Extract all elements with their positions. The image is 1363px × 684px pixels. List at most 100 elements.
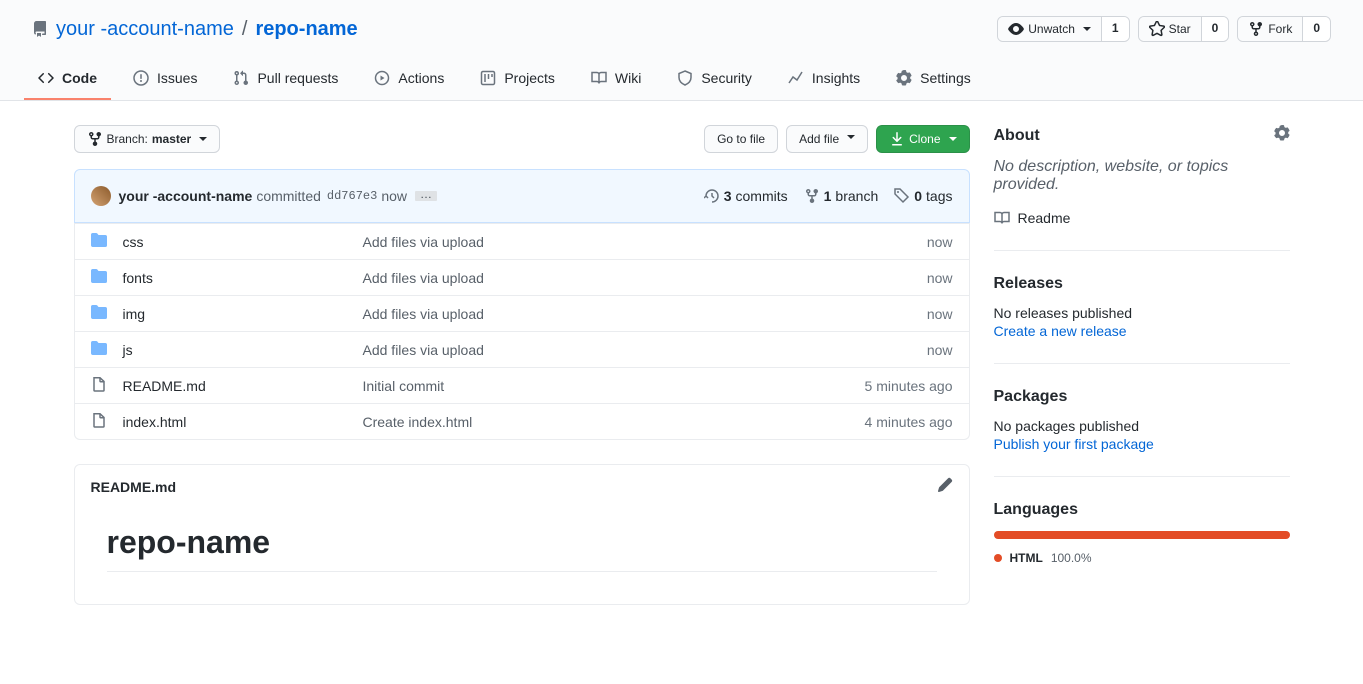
tab-pullrequests[interactable]: Pull requests bbox=[219, 58, 352, 100]
packages-none: No packages published bbox=[994, 418, 1290, 434]
file-row: fonts Add files via uploadnow bbox=[75, 259, 969, 295]
breadcrumb-sep: / bbox=[242, 18, 248, 41]
watch-button[interactable]: Unwatch 1 bbox=[997, 16, 1129, 42]
file-name-link[interactable]: fonts bbox=[123, 270, 153, 286]
readme-box: README.md repo-name bbox=[74, 464, 970, 605]
file-commit-msg[interactable]: Initial commit bbox=[363, 378, 865, 394]
ellipsis-button[interactable]: … bbox=[415, 191, 437, 201]
language-dot bbox=[994, 554, 1002, 562]
file-commit-msg[interactable]: Add files via upload bbox=[363, 306, 927, 322]
file-time: 4 minutes ago bbox=[865, 414, 953, 430]
tab-projects[interactable]: Projects bbox=[466, 58, 569, 100]
repo-icon bbox=[32, 21, 48, 37]
readme-link[interactable]: Readme bbox=[994, 210, 1290, 226]
file-commit-msg[interactable]: Create index.html bbox=[363, 414, 865, 430]
tab-code[interactable]: Code bbox=[24, 58, 111, 100]
file-time: now bbox=[927, 270, 953, 286]
commit-message: committed bbox=[256, 188, 321, 204]
releases-none: No releases published bbox=[994, 305, 1290, 321]
book-icon bbox=[591, 70, 607, 86]
eye-icon bbox=[1008, 21, 1024, 37]
fork-count[interactable]: 0 bbox=[1302, 17, 1330, 41]
file-row: index.html Create index.html4 minutes ago bbox=[75, 403, 969, 439]
file-commit-msg[interactable]: Add files via upload bbox=[363, 234, 927, 250]
file-icon bbox=[91, 376, 107, 395]
file-name-link[interactable]: index.html bbox=[123, 414, 187, 430]
publish-package-link[interactable]: Publish your first package bbox=[994, 436, 1154, 452]
file-table: cssAdd files via uploadnowfontsAdd files… bbox=[74, 223, 970, 440]
language-item[interactable]: HTML100.0% bbox=[994, 551, 1290, 565]
clone-button[interactable]: Clone bbox=[876, 125, 969, 153]
breadcrumb: your -account-name / repo-name bbox=[32, 18, 358, 41]
releases-title: Releases bbox=[994, 275, 1290, 293]
edit-readme-button[interactable] bbox=[937, 477, 953, 496]
header-actions: Unwatch 1 Star 0 Fork 0 bbox=[997, 16, 1331, 42]
file-row: README.md Initial commit5 minutes ago bbox=[75, 367, 969, 403]
gear-icon bbox=[1274, 125, 1290, 141]
issue-icon bbox=[133, 70, 149, 86]
star-button[interactable]: Star 0 bbox=[1138, 16, 1230, 42]
language-bar[interactable] bbox=[994, 531, 1290, 539]
watch-count[interactable]: 1 bbox=[1101, 17, 1129, 41]
file-time: now bbox=[927, 306, 953, 322]
history-icon bbox=[704, 188, 720, 204]
branches-link[interactable]: 1 branch bbox=[804, 188, 879, 204]
tab-actions[interactable]: Actions bbox=[360, 58, 458, 100]
file-commit-msg[interactable]: Add files via upload bbox=[363, 342, 927, 358]
readme-filename[interactable]: README.md bbox=[91, 479, 177, 495]
owner-link[interactable]: your -account-name bbox=[56, 18, 234, 41]
fork-button[interactable]: Fork 0 bbox=[1237, 16, 1331, 42]
file-time: 5 minutes ago bbox=[865, 378, 953, 394]
folder-icon bbox=[91, 232, 107, 251]
packages-title: Packages bbox=[994, 388, 1290, 406]
commit-hash[interactable]: dd767e3 bbox=[327, 189, 377, 203]
pencil-icon bbox=[937, 477, 953, 493]
star-count[interactable]: 0 bbox=[1201, 17, 1229, 41]
book-icon bbox=[994, 210, 1010, 226]
file-time: now bbox=[927, 234, 953, 250]
create-release-link[interactable]: Create a new release bbox=[994, 323, 1127, 339]
repo-link[interactable]: repo-name bbox=[255, 18, 357, 41]
folder-icon bbox=[91, 340, 107, 359]
tab-issues[interactable]: Issues bbox=[119, 58, 211, 100]
code-icon bbox=[38, 70, 54, 86]
folder-icon bbox=[91, 304, 107, 323]
star-icon bbox=[1149, 21, 1165, 37]
readme-heading: repo-name bbox=[107, 524, 937, 572]
file-icon bbox=[91, 412, 107, 431]
tab-wiki[interactable]: Wiki bbox=[577, 58, 655, 100]
nav-tabs: Code Issues Pull requests Actions Projec… bbox=[0, 58, 1363, 101]
file-row: css Add files via uploadnow bbox=[75, 223, 969, 259]
commit-time: now bbox=[381, 188, 407, 204]
tab-insights[interactable]: Insights bbox=[774, 58, 874, 100]
file-name-link[interactable]: README.md bbox=[123, 378, 206, 394]
commits-link[interactable]: 3 commits bbox=[704, 188, 788, 204]
graph-icon bbox=[788, 70, 804, 86]
branch-icon bbox=[804, 188, 820, 204]
fork-icon bbox=[1248, 21, 1264, 37]
shield-icon bbox=[677, 70, 693, 86]
file-name-link[interactable]: css bbox=[123, 234, 144, 250]
languages-title: Languages bbox=[994, 501, 1290, 519]
file-name-link[interactable]: img bbox=[123, 306, 146, 322]
project-icon bbox=[480, 70, 496, 86]
tab-settings[interactable]: Settings bbox=[882, 58, 985, 100]
goto-file-button[interactable]: Go to file bbox=[704, 125, 778, 153]
file-row: jsAdd files via uploadnow bbox=[75, 331, 969, 367]
about-description: No description, website, or topics provi… bbox=[994, 158, 1290, 194]
commit-bar: your -account-name committed dd767e3 now… bbox=[74, 169, 970, 223]
file-commit-msg[interactable]: Add files via upload bbox=[363, 270, 927, 286]
file-name-link[interactable]: js bbox=[123, 342, 133, 358]
play-icon bbox=[374, 70, 390, 86]
about-title: About bbox=[994, 127, 1040, 145]
gear-icon bbox=[896, 70, 912, 86]
tags-link[interactable]: 0 tags bbox=[894, 188, 952, 204]
file-row: img Add files via uploadnow bbox=[75, 295, 969, 331]
add-file-button[interactable]: Add file bbox=[786, 125, 868, 153]
about-settings-button[interactable] bbox=[1274, 125, 1290, 146]
avatar[interactable] bbox=[91, 186, 111, 206]
commit-author[interactable]: your -account-name bbox=[119, 188, 253, 204]
branch-icon bbox=[87, 131, 103, 147]
branch-selector[interactable]: Branch: master bbox=[74, 125, 221, 153]
tab-security[interactable]: Security bbox=[663, 58, 766, 100]
